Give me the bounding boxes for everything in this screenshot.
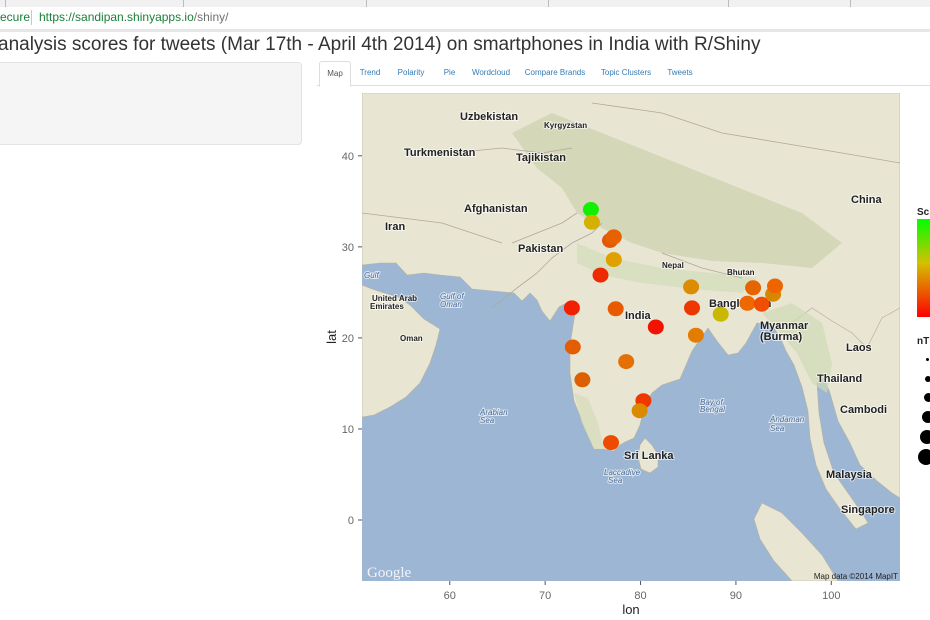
x-tick-label: 80	[634, 590, 646, 602]
tab-map[interactable]: Map	[319, 61, 351, 87]
tweet-point[interactable]	[687, 327, 704, 343]
secure-label[interactable]: ecure	[0, 10, 30, 24]
tab-divider	[850, 0, 851, 7]
tab-divider	[548, 0, 549, 7]
y-axis-title: lat	[324, 330, 339, 344]
map-label: Nepal	[662, 261, 684, 270]
y-tick-label: 40	[342, 151, 354, 163]
tweet-point[interactable]	[683, 279, 700, 295]
map-label: Malaysia	[826, 469, 873, 481]
map-label: Singapore	[841, 504, 895, 516]
map-label: Bhutan	[727, 268, 755, 277]
size-legend-dot	[925, 376, 930, 382]
address-bar[interactable]: ecure https://sandipan.shinyapps.io/shin…	[0, 7, 930, 30]
tab-topic-clusters[interactable]: Topic Clusters	[597, 61, 655, 84]
map-label: Pakistan	[518, 243, 564, 255]
tab-polarity[interactable]: Polarity	[393, 61, 429, 84]
map-label: Thailand	[817, 373, 862, 385]
tab-compare-brands[interactable]: Compare Brands	[522, 61, 588, 84]
map-panel[interactable]: Uzbekistan Kyrgyzstan Turkmenistan Tajikist…	[362, 93, 900, 581]
address-separator	[31, 10, 32, 25]
map-label: Turkmenistan	[404, 147, 476, 159]
x-tick-label: 90	[730, 590, 742, 602]
tweet-point[interactable]	[767, 278, 783, 294]
map-label: Oman	[400, 334, 423, 343]
tab-divider	[366, 0, 367, 7]
tweet-point[interactable]	[684, 300, 700, 316]
tab-pie[interactable]: Pie	[437, 61, 462, 84]
url-path: /shiny/	[193, 10, 229, 24]
map-label: Emirates	[370, 302, 404, 311]
map-label: Andaman	[769, 415, 805, 424]
tweet-point[interactable]	[605, 252, 622, 268]
tweet-point[interactable]	[745, 280, 762, 296]
map-label: Kyrgyzstan	[544, 121, 587, 130]
map-plot[interactable]: Uzbekistan Kyrgyzstan Turkmenistan Tajikist…	[362, 93, 900, 581]
tab-divider	[5, 0, 6, 7]
toolbar-divider	[0, 29, 930, 32]
tweet-point[interactable]	[583, 214, 600, 230]
tab-wordcloud[interactable]: Wordcloud	[468, 61, 514, 84]
size-legend-dot	[918, 449, 930, 465]
tab-divider	[728, 0, 729, 7]
map-label: Sea	[770, 424, 785, 433]
x-axis-title: lon	[622, 602, 639, 617]
land-sumatra	[753, 502, 839, 581]
tab-trend[interactable]: Trend	[355, 61, 385, 84]
page-title: analysis scores for tweets (Mar 17th - A…	[0, 34, 761, 55]
tweet-point[interactable]	[582, 202, 599, 217]
tweet-point[interactable]	[712, 306, 729, 322]
map-label: China	[851, 194, 882, 206]
tweet-point[interactable]	[563, 300, 580, 316]
url-host: https://sandipan.shinyapps.io	[39, 10, 194, 24]
map-label: Afghanistan	[464, 203, 528, 215]
tweet-point[interactable]	[739, 295, 756, 311]
y-tick-label: 20	[342, 333, 354, 345]
y-tick-label: 10	[342, 424, 354, 436]
tweet-point[interactable]	[605, 229, 622, 245]
tweet-point[interactable]	[607, 301, 624, 317]
tab-divider	[183, 0, 184, 7]
size-legend-dot	[922, 411, 930, 423]
color-legend-gradient	[917, 219, 930, 317]
map-label: Bengal	[700, 405, 725, 414]
tweet-point[interactable]	[592, 267, 609, 283]
x-tick-label: 100	[822, 590, 840, 602]
tab-bar: Map Trend Polarity Pie Wordcloud Compare…	[317, 61, 930, 87]
color-legend-title: Sc	[917, 207, 930, 218]
tweet-point[interactable]	[631, 403, 648, 419]
x-tick-label: 60	[444, 590, 456, 602]
size-legend-dot	[924, 393, 930, 402]
size-legend-dot	[920, 430, 930, 444]
tweet-point[interactable]	[618, 354, 635, 370]
y-tick-label: 0	[348, 515, 354, 527]
map-label: Laos	[846, 342, 872, 354]
x-tick-label: 70	[539, 590, 551, 602]
tweet-point[interactable]	[564, 339, 581, 355]
map-label: Oman	[440, 300, 462, 309]
sidebar-panel	[0, 62, 302, 145]
tweet-point[interactable]	[574, 372, 591, 388]
map-label: Iran	[385, 221, 405, 233]
map-label: Sea	[480, 416, 495, 425]
url-text[interactable]: https://sandipan.shinyapps.io/shiny/	[39, 10, 228, 24]
y-tick-label: 30	[342, 242, 354, 254]
map-label: Tajikistan	[516, 152, 566, 164]
tweet-point[interactable]	[603, 435, 619, 451]
map-label: Gulf	[364, 271, 379, 280]
map-label: Sri Lanka	[624, 450, 674, 462]
map-label: Sea	[608, 476, 623, 485]
size-legend-dot	[926, 358, 929, 361]
map-label: Cambodi	[840, 404, 887, 416]
tweet-point[interactable]	[647, 319, 664, 335]
size-legend-title: nT	[917, 336, 930, 347]
map-label: (Burma)	[760, 331, 803, 343]
tab-tweets[interactable]: Tweets	[663, 61, 697, 84]
google-watermark: Google	[367, 565, 412, 581]
map-label: Uzbekistan	[460, 111, 518, 123]
map-attribution: Map data ©2014 MapIT	[814, 572, 898, 581]
map-label: India	[625, 310, 652, 322]
